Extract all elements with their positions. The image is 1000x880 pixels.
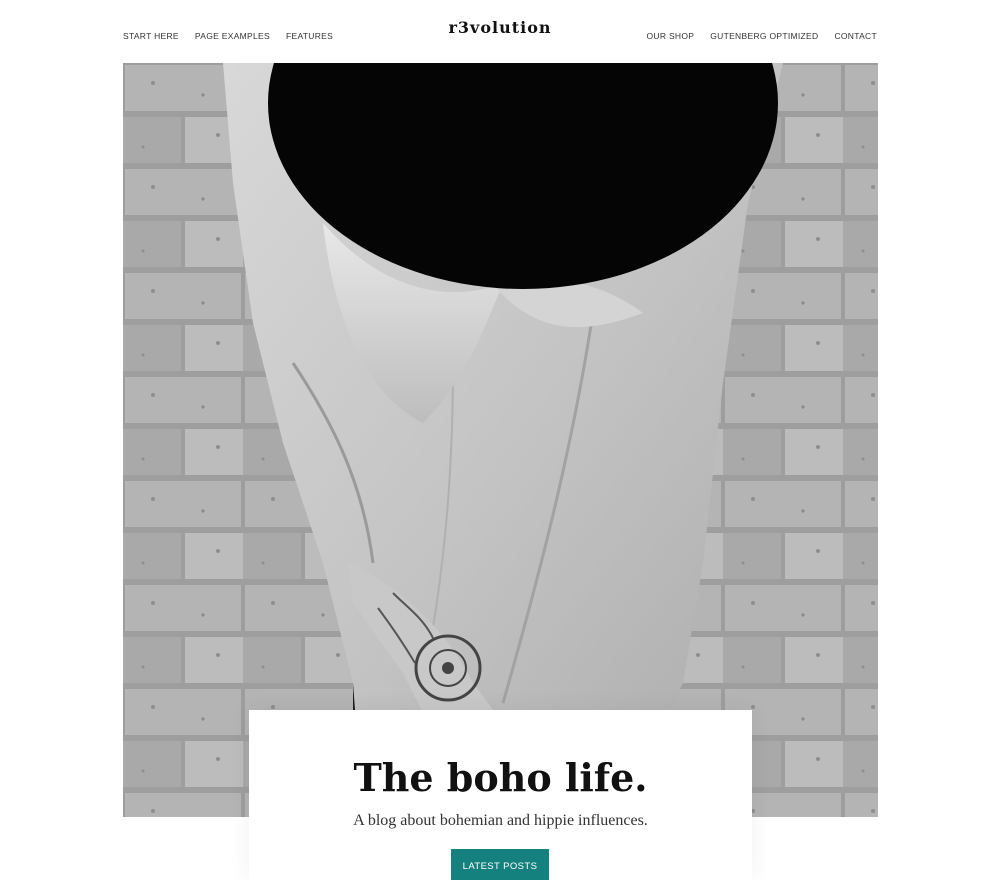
nav-link-contact[interactable]: CONTACT [834,31,877,41]
hero-title: The boho life. [353,755,648,800]
hero-subtitle: A blog about bohemian and hippie influen… [353,812,648,829]
nav-item-gutenberg-optimized: GUTENBERG OPTIMIZED [710,26,818,44]
nav-item-contact: CONTACT [834,26,877,44]
site-header: START HERE PAGE EXAMPLES FEATURES r3volu… [0,0,1000,63]
nav-item-our-shop: OUR SHOP [647,26,695,44]
hero-photo-illustration [123,63,878,817]
nav-link-our-shop[interactable]: OUR SHOP [647,31,695,41]
primary-nav-right: OUR SHOP GUTENBERG OPTIMIZED CONTACT [647,26,878,44]
hero-image [123,63,878,817]
hero-card: The boho life. A blog about bohemian and… [249,710,752,880]
nav-link-gutenberg-optimized[interactable]: GUTENBERG OPTIMIZED [710,31,818,41]
latest-posts-button[interactable]: LATEST POSTS [451,849,549,880]
